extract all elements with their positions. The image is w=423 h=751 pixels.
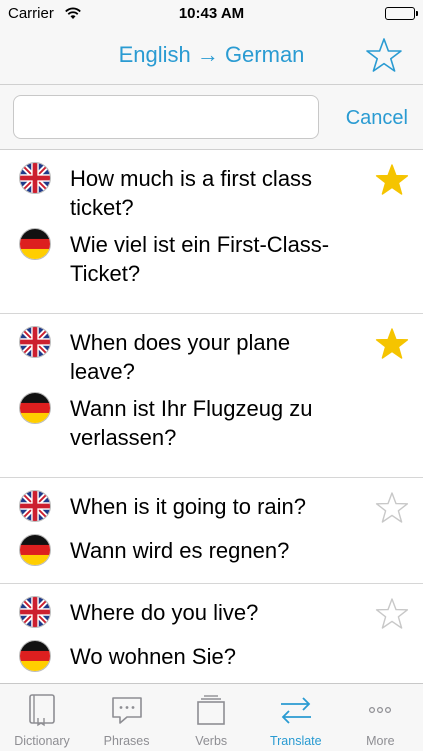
battery-icon bbox=[385, 7, 418, 20]
tab-label: Translate bbox=[269, 734, 322, 748]
swap-arrows-icon bbox=[278, 692, 314, 728]
english-phrase-text: When does your plane leave? bbox=[70, 330, 291, 384]
star-outline-icon[interactable] bbox=[375, 597, 409, 631]
uk-flag-icon bbox=[19, 490, 51, 522]
tab-bar: Dictionary Phrases Verbs Translate More bbox=[0, 683, 423, 751]
phrase-entry[interactable]: When is it going to rain? Wann wird es re… bbox=[0, 478, 423, 584]
phrase-list: How much is a first class ticket? Wie vie… bbox=[0, 150, 423, 690]
german-flag-icon bbox=[19, 392, 51, 424]
star-outline-icon[interactable] bbox=[375, 491, 409, 525]
cancel-button[interactable]: Cancel bbox=[346, 107, 408, 130]
book-icon bbox=[24, 692, 60, 728]
german-flag-icon bbox=[19, 640, 51, 672]
star-outline-icon[interactable] bbox=[365, 37, 403, 75]
tab-more[interactable]: More bbox=[338, 684, 422, 751]
german-flag-icon bbox=[19, 228, 51, 260]
search-input[interactable] bbox=[13, 95, 319, 139]
stack-icon bbox=[193, 692, 229, 728]
star-filled-icon[interactable] bbox=[375, 163, 409, 197]
german-phrase-text: Wo wohnen Sie? bbox=[70, 644, 236, 669]
tab-label: More bbox=[366, 734, 395, 748]
tab-label: Dictionary bbox=[14, 734, 70, 748]
uk-flag-icon bbox=[19, 162, 51, 194]
phrase-entry[interactable]: How much is a first class ticket? Wie vie… bbox=[0, 150, 423, 314]
status-bar: Carrier 10:43 AM bbox=[0, 0, 423, 28]
tab-label: Phrases bbox=[103, 734, 150, 748]
uk-flag-icon bbox=[19, 326, 51, 358]
clock: 10:43 AM bbox=[178, 5, 245, 22]
german-phrase-text: Wann wird es regnen? bbox=[70, 538, 290, 563]
navigation-bar: English → German bbox=[0, 28, 423, 85]
tab-phrases[interactable]: Phrases bbox=[85, 684, 169, 751]
search-bar: Cancel bbox=[0, 85, 423, 150]
german-flag-icon bbox=[19, 534, 51, 566]
phrase-entry[interactable]: When does your plane leave? Wann ist Ihr … bbox=[0, 314, 423, 478]
phrase-entry[interactable]: Where do you live? Wo wohnen Sie? bbox=[0, 584, 423, 690]
english-phrase-text: When is it going to rain? bbox=[70, 494, 307, 519]
speech-bubble-icon bbox=[109, 692, 145, 728]
tab-translate[interactable]: Translate bbox=[254, 684, 338, 751]
english-phrase-text: How much is a first class ticket? bbox=[70, 166, 313, 220]
german-phrase-text: Wann ist Ihr Flugzeug zu verlassen? bbox=[70, 396, 313, 450]
tab-verbs[interactable]: Verbs bbox=[169, 684, 253, 751]
uk-flag-icon bbox=[19, 596, 51, 628]
german-phrase-text: Wie viel ist ein First-Class-Ticket? bbox=[70, 232, 330, 286]
star-filled-icon[interactable] bbox=[375, 327, 409, 361]
language-pair-title[interactable]: English → German bbox=[0, 42, 423, 68]
english-phrase-text: Where do you live? bbox=[70, 600, 259, 625]
tab-dictionary[interactable]: Dictionary bbox=[0, 684, 84, 751]
ellipsis-icon bbox=[362, 692, 398, 728]
tab-label: Verbs bbox=[195, 734, 228, 748]
